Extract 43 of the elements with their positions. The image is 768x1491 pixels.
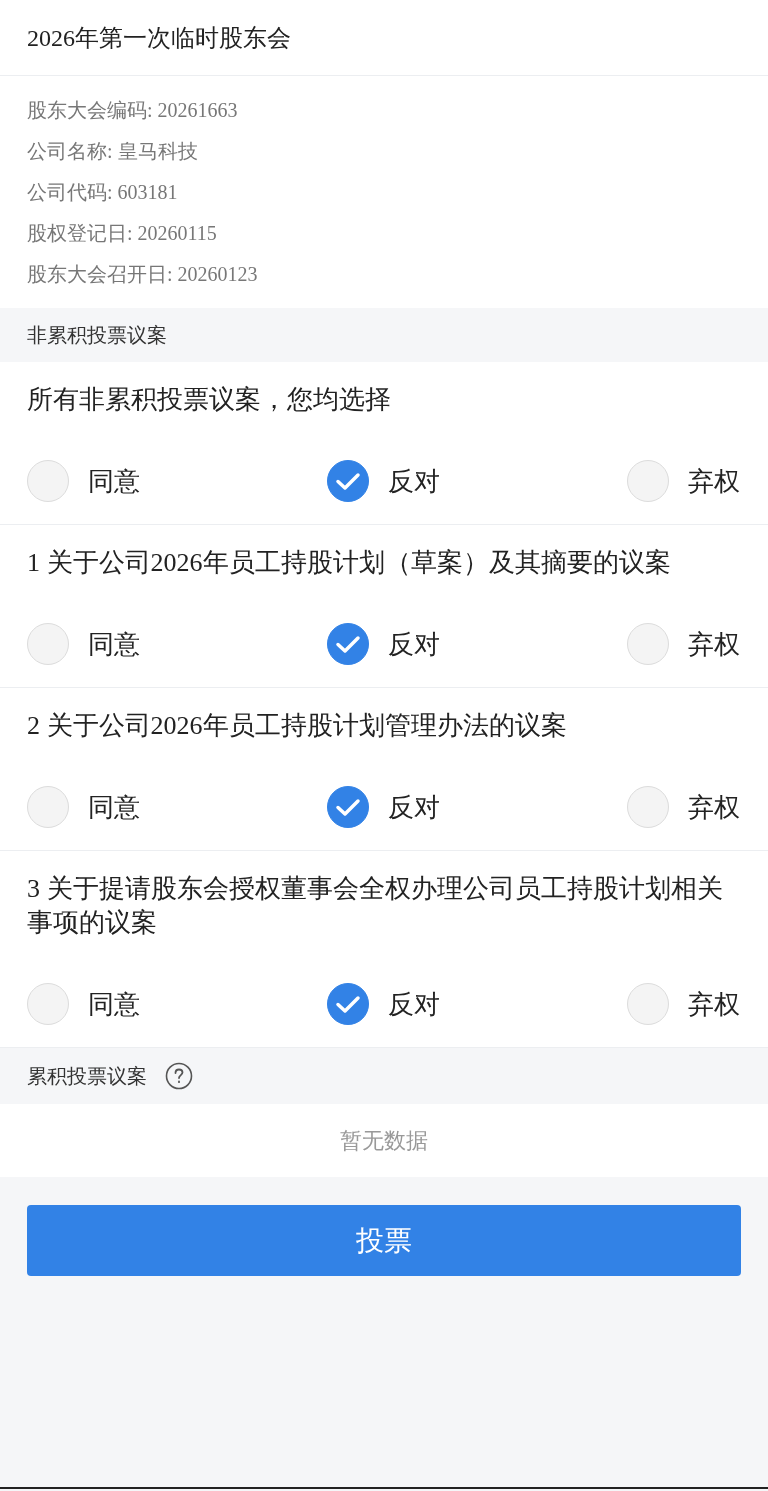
radio-option[interactable]: 反对 xyxy=(327,460,627,502)
option-label: 同意 xyxy=(88,628,140,661)
radio-button[interactable] xyxy=(327,623,369,665)
page-title: 2026年第一次临时股东会 xyxy=(27,23,291,53)
radio-option[interactable]: 反对 xyxy=(327,983,627,1025)
radio-button[interactable] xyxy=(327,786,369,828)
radio-option[interactable]: 反对 xyxy=(327,786,627,828)
option-label: 同意 xyxy=(88,465,140,498)
option-label: 同意 xyxy=(88,988,140,1021)
radio-option[interactable]: 同意 xyxy=(27,623,327,665)
option-label: 同意 xyxy=(88,791,140,824)
proposal-title: 所有非累积投票议案，您均选择 xyxy=(27,384,392,416)
radio-option[interactable]: 同意 xyxy=(27,786,327,828)
radio-option[interactable]: 同意 xyxy=(27,460,327,502)
option-label: 反对 xyxy=(388,465,440,498)
option-label: 弃权 xyxy=(688,628,740,661)
radio-option[interactable]: 弃权 xyxy=(627,983,740,1025)
info-text: 股东大会召开日: 20260123 xyxy=(27,262,259,287)
section-title: 累积投票议案 xyxy=(27,1063,147,1089)
info-text: 股东大会编码: 20261663 xyxy=(27,98,239,123)
empty-text: 暂无数据 xyxy=(340,1126,428,1155)
section-title: 非累积投票议案 xyxy=(27,322,167,348)
radio-option[interactable]: 同意 xyxy=(27,983,327,1025)
radio-option[interactable]: 反对 xyxy=(327,623,627,665)
radio-button[interactable] xyxy=(327,983,369,1025)
info-text: 股权登记日: 20260115 xyxy=(27,221,218,246)
option-label: 弃权 xyxy=(688,988,740,1021)
proposal-title: 1 关于公司2026年员工持股计划（草案）及其摘要的议案 xyxy=(27,547,672,579)
radio-option[interactable]: 弃权 xyxy=(627,786,740,828)
option-label: 弃权 xyxy=(688,465,740,498)
option-label: 反对 xyxy=(388,988,440,1021)
info-text: 公司代码: 603181 xyxy=(27,180,179,205)
option-label: 弃权 xyxy=(688,791,740,824)
radio-button[interactable] xyxy=(327,460,369,502)
proposal-title: 2 关于公司2026年员工持股计划管理办法的议案 xyxy=(27,710,568,742)
option-label: 反对 xyxy=(388,791,440,824)
radio-option[interactable]: 弃权 xyxy=(627,460,740,502)
vote-button[interactable]: 投票 xyxy=(27,1205,741,1276)
option-label: 反对 xyxy=(388,628,440,661)
proposal-title: 3 关于提请股东会授权董事会全权办理公司员工持股计划相关事项的议案 xyxy=(27,873,724,939)
radio-option[interactable]: 弃权 xyxy=(627,623,740,665)
info-text: 公司名称: 皇马科技 xyxy=(27,139,199,164)
help-icon[interactable] xyxy=(165,1062,193,1090)
